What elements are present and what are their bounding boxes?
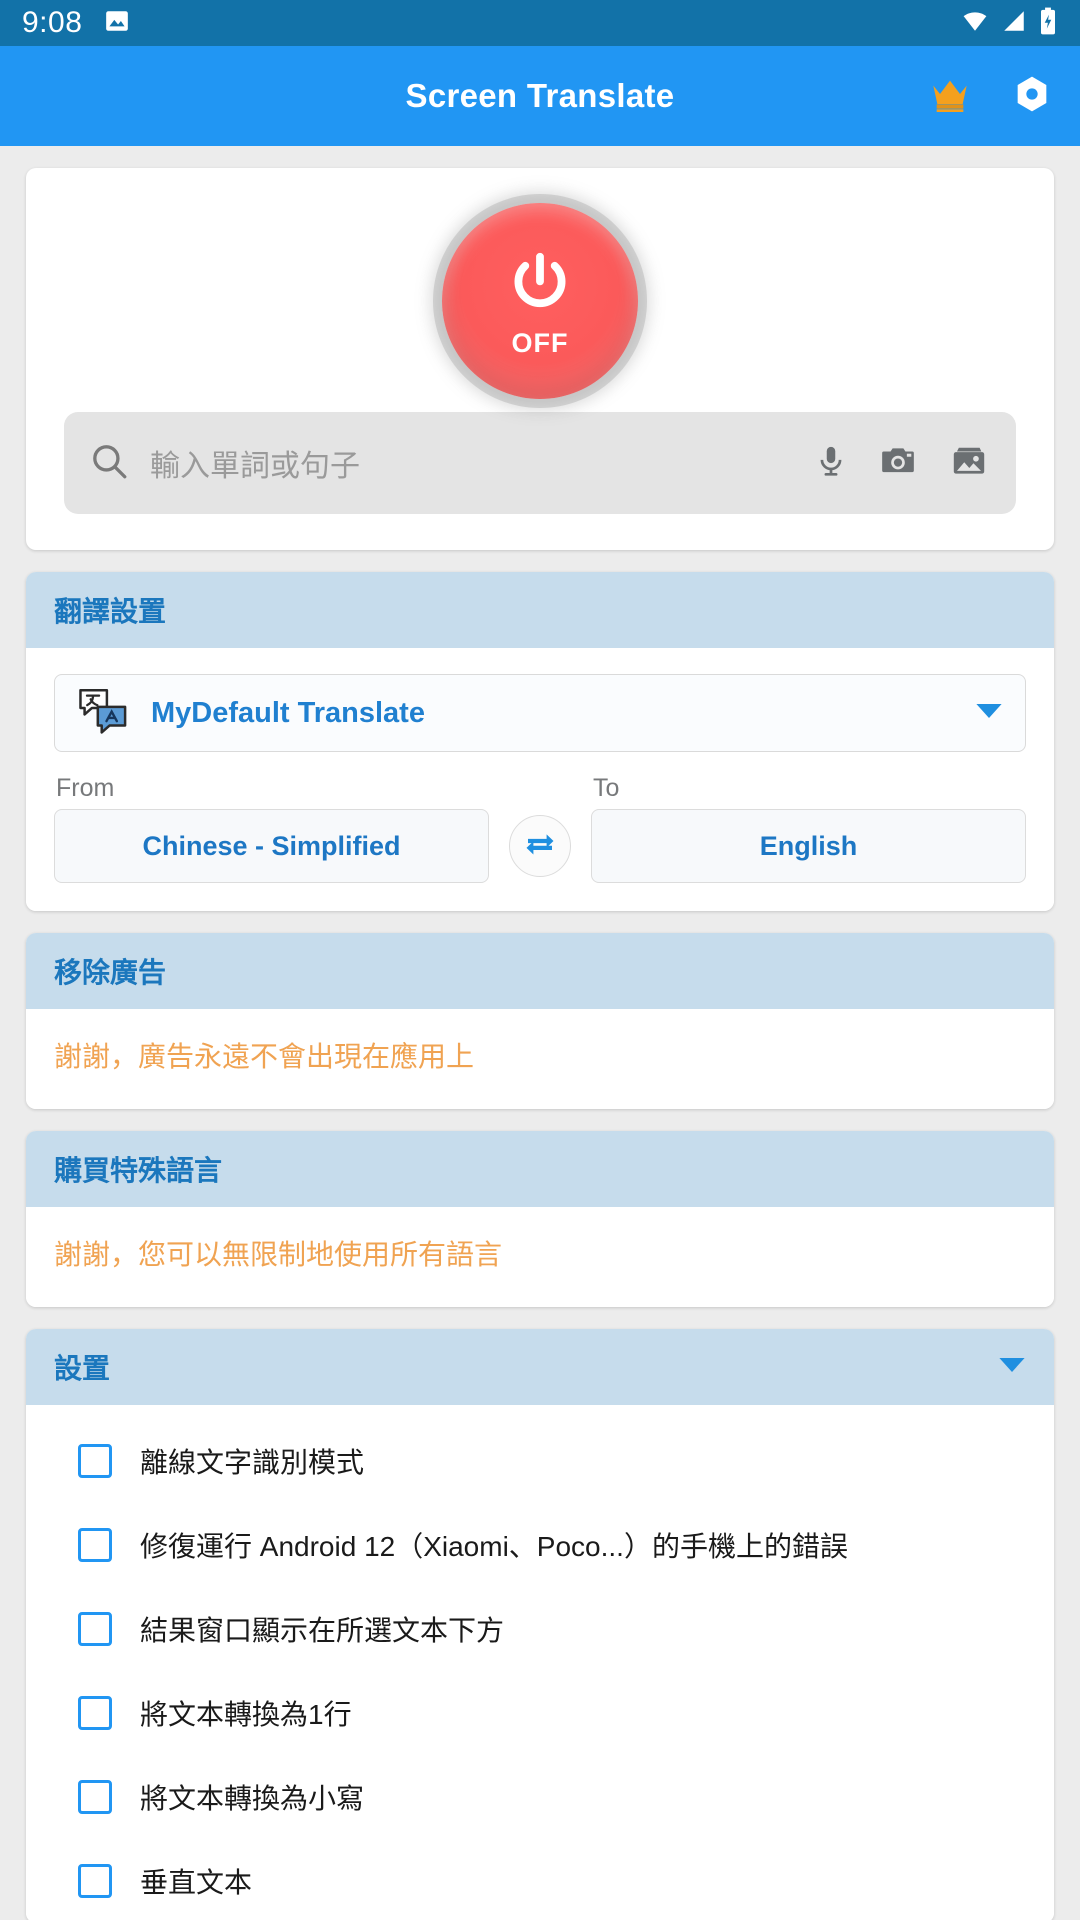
settings-header[interactable]: 設置	[26, 1329, 1054, 1405]
power-toggle-button[interactable]: OFF	[442, 203, 638, 399]
checkbox-single-line[interactable]	[78, 1696, 112, 1730]
app-title: Screen Translate	[405, 77, 675, 114]
translate-settings-card: 翻譯設置 MyDefault Translate From Chinese - …	[26, 572, 1054, 911]
source-language-select[interactable]: Chinese - Simplified	[54, 809, 489, 883]
settings-row[interactable]: 結果窗口顯示在所選文本下方	[26, 1587, 1054, 1671]
language-selector-row: From Chinese - Simplified To English	[54, 774, 1026, 883]
status-bar: 9:08	[0, 0, 1080, 46]
settings-row[interactable]: 將文本轉換為1行	[26, 1671, 1054, 1755]
settings-row-label: 將文本轉換為1行	[140, 1699, 352, 1730]
translate-settings-header[interactable]: 翻譯設置	[26, 572, 1054, 648]
gallery-icon[interactable]	[948, 442, 990, 485]
translate-engine-label: MyDefault Translate	[151, 696, 425, 729]
search-input[interactable]: 輸入單詞或句子	[150, 441, 814, 485]
checkbox-offline-ocr[interactable]	[78, 1444, 112, 1478]
spacer-after-power	[0, 550, 1080, 572]
settings-row[interactable]: 將文本轉換為小寫	[26, 1755, 1054, 1839]
power-icon	[504, 249, 576, 326]
status-bar-clock: 9:08	[22, 6, 83, 39]
buy-languages-title: 購買特殊語言	[54, 1155, 223, 1186]
search-bar[interactable]: 輸入單詞或句子	[64, 412, 1016, 514]
spacer-after-buy	[0, 1307, 1080, 1329]
buy-languages-card: 購買特殊語言 謝謝，您可以無限制地使用所有語言	[26, 1131, 1054, 1307]
translate-settings-title: 翻譯設置	[54, 596, 167, 627]
image-notification-icon	[104, 8, 130, 39]
settings-row-label: 將文本轉換為小寫	[140, 1783, 365, 1814]
spacer-after-translate	[0, 911, 1080, 933]
buy-languages-message: 謝謝，您可以無限制地使用所有語言	[54, 1239, 503, 1270]
checkbox-vertical-text[interactable]	[78, 1864, 112, 1898]
translate-engine-select[interactable]: MyDefault Translate	[54, 674, 1026, 752]
remove-ads-body: 謝謝，廣告永遠不會出現在應用上	[26, 1009, 1054, 1109]
settings-row-label: 垂直文本	[140, 1867, 253, 1898]
translate-settings-body: MyDefault Translate From Chinese - Simpl…	[26, 648, 1054, 911]
battery-charging-icon	[1038, 7, 1058, 40]
search-icon	[88, 440, 130, 487]
settings-row-label: 結果窗口顯示在所選文本下方	[140, 1615, 505, 1646]
app-bar: Screen Translate	[0, 46, 1080, 146]
settings-row[interactable]: 修復運行 Android 12（Xiaomi、Poco...）的手機上的錯誤	[26, 1503, 1054, 1587]
target-language-select[interactable]: English	[591, 809, 1026, 883]
spacer-after-ads	[0, 1109, 1080, 1131]
remove-ads-header[interactable]: 移除廣告	[26, 933, 1054, 1009]
settings-row[interactable]: 垂直文本	[26, 1839, 1054, 1920]
source-language-column: From Chinese - Simplified	[54, 774, 489, 883]
translate-bubbles-icon	[77, 685, 129, 742]
settings-row[interactable]: 離線文字識別模式	[26, 1419, 1054, 1503]
status-bar-notification-icons	[104, 8, 130, 39]
crown-icon[interactable]	[928, 74, 972, 119]
settings-row-label: 修復運行 Android 12（Xiaomi、Poco...）的手機上的錯誤	[140, 1531, 848, 1562]
search-action-icons	[814, 441, 990, 486]
checkbox-result-below-text[interactable]	[78, 1612, 112, 1646]
status-bar-system-icons	[960, 7, 1058, 40]
camera-icon[interactable]	[878, 442, 918, 485]
buy-languages-body: 謝謝，您可以無限制地使用所有語言	[26, 1207, 1054, 1307]
swap-horizontal-icon	[522, 826, 558, 867]
gear-icon[interactable]	[1012, 73, 1052, 120]
target-language-column: To English	[591, 774, 1026, 883]
app-bar-actions	[928, 73, 1052, 120]
power-search-card: OFF 輸入單詞或句子	[26, 168, 1054, 550]
source-language-caption: From	[56, 774, 115, 802]
power-button-wrapper: OFF	[26, 196, 1054, 406]
source-language-value: Chinese - Simplified	[142, 830, 401, 861]
settings-row-label: 離線文字識別模式	[140, 1447, 365, 1478]
target-language-value: English	[759, 830, 858, 861]
spacer-top	[0, 146, 1080, 168]
checkbox-android12-fix[interactable]	[78, 1528, 112, 1562]
power-state-label: OFF	[511, 328, 569, 358]
settings-list: 離線文字識別模式 修復運行 Android 12（Xiaomi、Poco...）…	[26, 1405, 1054, 1920]
settings-title: 設置	[54, 1353, 111, 1384]
target-language-caption: To	[593, 774, 620, 802]
swap-languages-button[interactable]	[509, 815, 571, 877]
microphone-icon[interactable]	[814, 441, 848, 486]
cellular-signal-icon	[1000, 8, 1028, 39]
chevron-down-icon[interactable]	[975, 701, 1003, 726]
checkbox-lowercase[interactable]	[78, 1780, 112, 1814]
buy-languages-header[interactable]: 購買特殊語言	[26, 1131, 1054, 1207]
remove-ads-message: 謝謝，廣告永遠不會出現在應用上	[54, 1041, 475, 1072]
remove-ads-card: 移除廣告 謝謝，廣告永遠不會出現在應用上	[26, 933, 1054, 1109]
chevron-down-icon[interactable]	[998, 1355, 1026, 1380]
settings-card: 設置 離線文字識別模式 修復運行 Android 12（Xiaomi、Poco.…	[26, 1329, 1054, 1920]
remove-ads-title: 移除廣告	[54, 957, 167, 988]
wifi-icon	[960, 8, 990, 39]
